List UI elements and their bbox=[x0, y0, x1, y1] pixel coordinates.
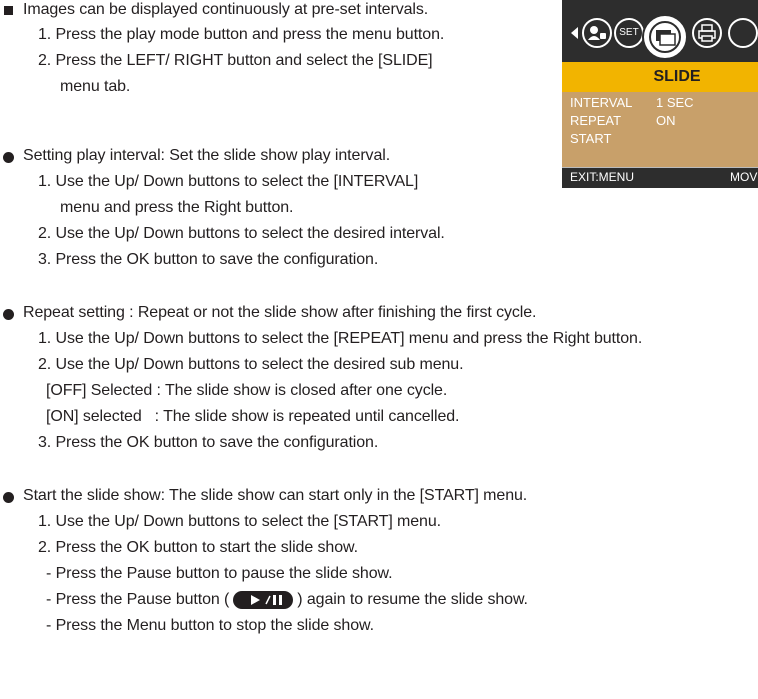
left-arrow-icon bbox=[571, 27, 578, 39]
person-icon bbox=[582, 18, 612, 48]
round-bullet-icon bbox=[3, 492, 14, 503]
sub-step-line: - Press the Pause button ( ) again to res… bbox=[46, 590, 528, 610]
slideshow-icon bbox=[642, 14, 688, 60]
section-heading: Start the slide show: The slide show can… bbox=[23, 487, 528, 504]
step-line: 2. Use the Up/ Down buttons to select th… bbox=[38, 225, 445, 242]
round-bullet-icon bbox=[3, 309, 14, 320]
step-line: 1. Use the Up/ Down buttons to select th… bbox=[38, 173, 419, 190]
step-line: 1. Press the play mode button and press … bbox=[38, 26, 445, 43]
menu-row-value: ON bbox=[656, 113, 676, 128]
move-hint: MOVE bbox=[730, 170, 758, 184]
section-heading: Repeat setting : Repeat or not the slide… bbox=[23, 304, 537, 321]
menu-row-value: 1 SEC bbox=[656, 95, 694, 110]
section-heading: Setting play interval: Set the slide sho… bbox=[23, 147, 391, 164]
step-line: menu tab. bbox=[60, 78, 131, 95]
pause-text-end: ) again to resume the slide show. bbox=[297, 591, 528, 608]
sub-step-line: - Press the Pause button to pause the sl… bbox=[46, 565, 393, 582]
step-line: 2. Use the Up/ Down buttons to select th… bbox=[38, 356, 464, 373]
step-line: menu and press the Right button. bbox=[60, 199, 294, 216]
menu-title: SLIDE bbox=[653, 68, 701, 85]
round-bullet-icon bbox=[3, 152, 14, 163]
print-icon bbox=[692, 18, 722, 48]
step-line: 3. Press the OK button to save the confi… bbox=[38, 251, 379, 268]
play-pause-icon bbox=[233, 590, 294, 609]
lcd-menu-screen: SET SLIDE INTERVAL 1 SEC REPEAT ON START… bbox=[562, 0, 758, 188]
sub-option-line: [OFF] Selected : The slide show is close… bbox=[46, 382, 448, 399]
set-icon-label: SET bbox=[619, 27, 639, 38]
menu-row-label: REPEAT bbox=[570, 113, 622, 128]
square-bullet-icon bbox=[4, 6, 13, 15]
sub-step-line: - Press the Menu button to stop the slid… bbox=[46, 617, 374, 634]
exit-hint: EXIT:MENU bbox=[570, 170, 635, 184]
menu-row-label: START bbox=[570, 131, 612, 146]
step-line: 3. Press the OK button to save the confi… bbox=[38, 434, 379, 451]
menu-row-label: INTERVAL bbox=[570, 95, 633, 110]
pause-text-start: - Press the Pause button ( bbox=[46, 591, 230, 608]
step-line: 1. Use the Up/ Down buttons to select th… bbox=[38, 330, 643, 347]
sub-option-line: [ON] selected : The slide show is repeat… bbox=[46, 408, 460, 425]
intro-line: Images can be displayed continuously at … bbox=[23, 1, 429, 18]
menu-tab-row: SET bbox=[562, 0, 758, 62]
step-line: 2. Press the OK button to start the slid… bbox=[38, 539, 358, 556]
step-line: 2. Press the LEFT/ RIGHT button and sele… bbox=[38, 52, 433, 69]
next-tab-icon bbox=[728, 18, 758, 48]
set-icon: SET bbox=[614, 18, 644, 48]
step-line: 1. Use the Up/ Down buttons to select th… bbox=[38, 513, 441, 530]
